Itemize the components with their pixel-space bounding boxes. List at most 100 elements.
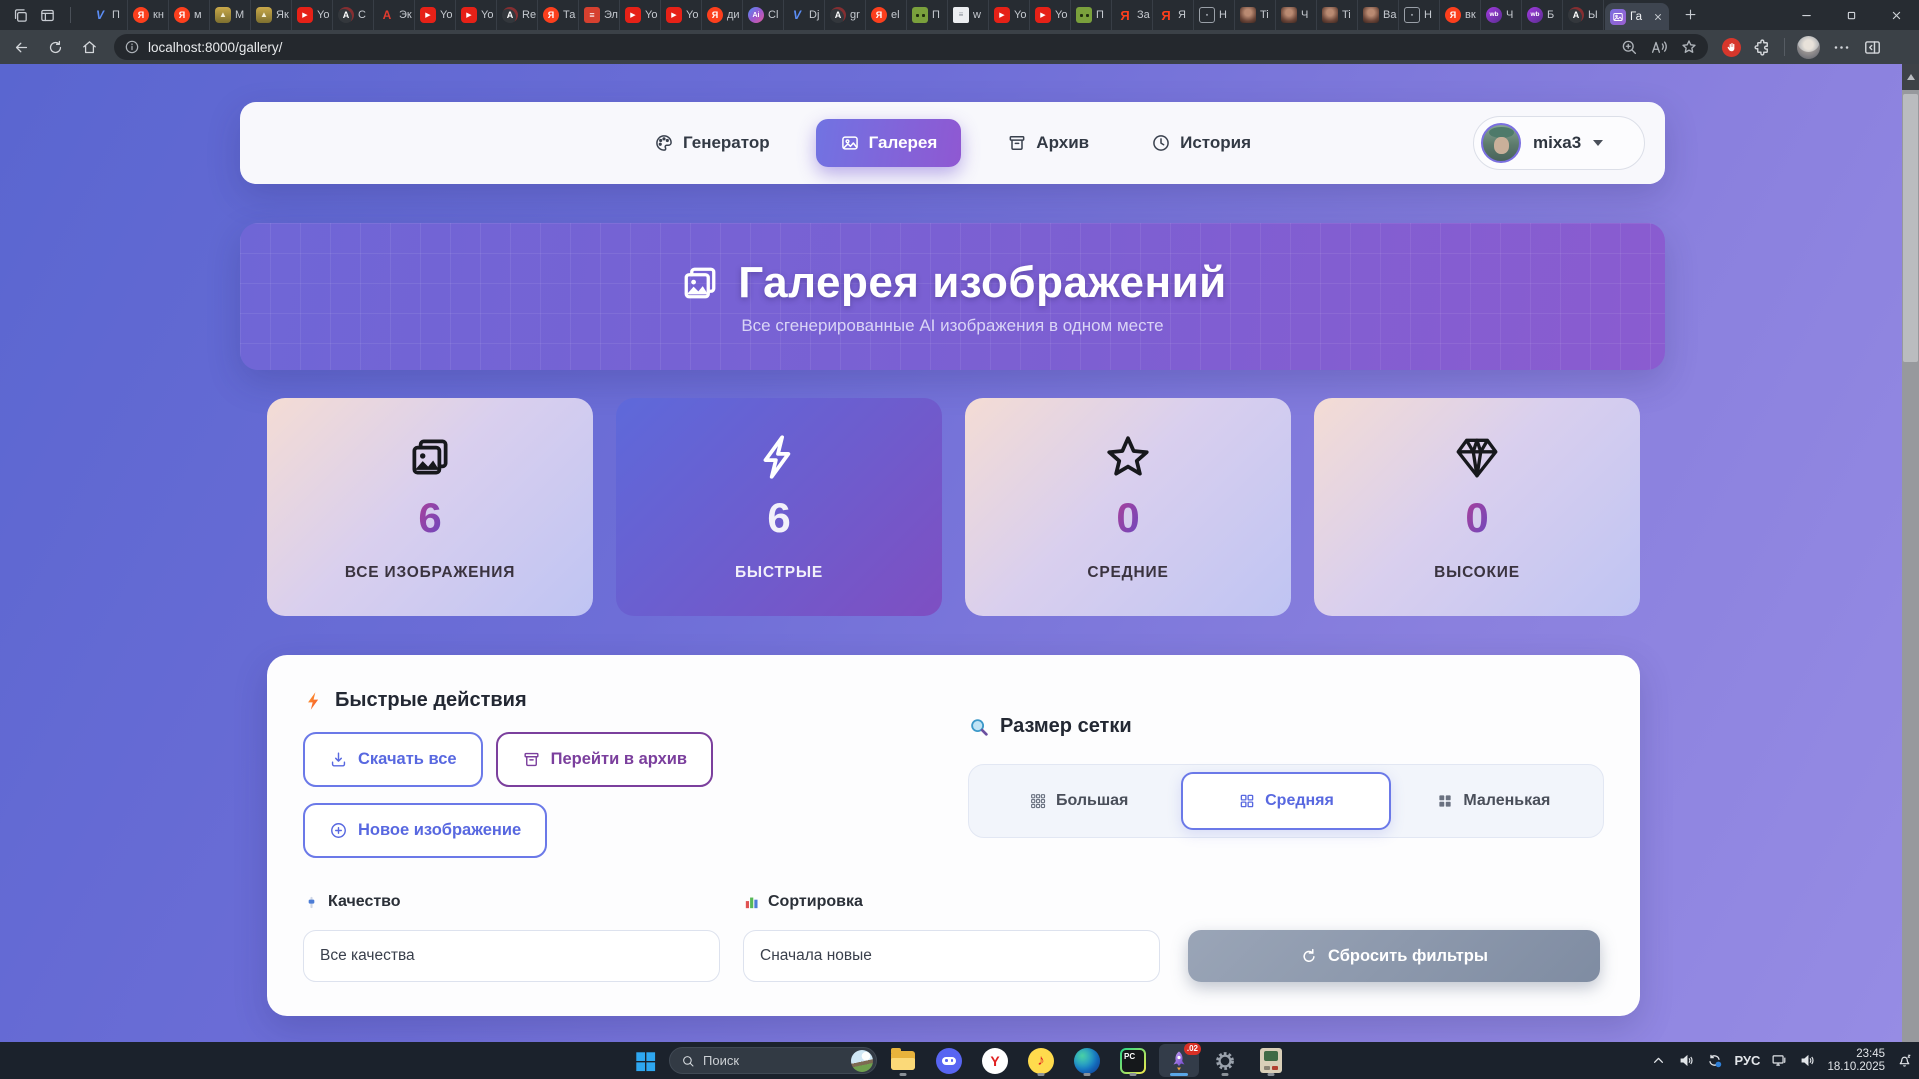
home-button[interactable] xyxy=(76,34,102,60)
nav-item-история[interactable]: История xyxy=(1135,119,1267,167)
refresh-button[interactable] xyxy=(42,34,68,60)
quality-select[interactable]: Все качества xyxy=(303,930,720,982)
notification-bell-icon[interactable] xyxy=(1896,1052,1913,1069)
display-icon[interactable] xyxy=(1771,1052,1788,1069)
browser-tab[interactable]: ▶ Yo xyxy=(456,0,497,30)
browser-tab[interactable]: ЯЯ xyxy=(1153,0,1194,30)
start-button[interactable] xyxy=(627,1044,663,1077)
sort-select[interactable]: Сначала новые xyxy=(743,930,1160,982)
taskbar-app-discord[interactable] xyxy=(929,1044,969,1077)
clock[interactable]: 23:45 18.10.2025 xyxy=(1827,1048,1885,1074)
taskbar-app-retro-console[interactable] xyxy=(1251,1044,1291,1077)
read-aloud-icon[interactable] xyxy=(1650,38,1668,56)
browser-tab[interactable]: Ti xyxy=(1317,0,1358,30)
taskbar-app-generator-app[interactable]: .02 xyxy=(1159,1043,1201,1077)
browser-tab[interactable]: Ям xyxy=(169,0,210,30)
browser-tab[interactable]: Ч xyxy=(1276,0,1317,30)
minimize-button[interactable] xyxy=(1784,0,1829,30)
browser-tab[interactable]: ▪ Н xyxy=(1194,0,1235,30)
browser-tab[interactable]: П xyxy=(1071,0,1112,30)
action-button[interactable]: Перейти в архив xyxy=(495,732,714,787)
taskbar-app-yandex-browser[interactable]: Y xyxy=(975,1044,1015,1077)
browser-tab[interactable]: Явк xyxy=(1440,0,1481,30)
more-options-icon[interactable] xyxy=(1832,38,1851,57)
favorite-star-icon[interactable] xyxy=(1680,38,1698,56)
page-scrollbar[interactable] xyxy=(1902,64,1919,1042)
maximize-button[interactable] xyxy=(1829,0,1874,30)
grid-size-option[interactable]: Большая xyxy=(976,772,1181,830)
browser-tab[interactable]: Ai Cl xyxy=(743,0,784,30)
browser-tab[interactable]: Ва xyxy=(1358,0,1399,30)
copy-tabs-icon[interactable] xyxy=(12,7,29,24)
taskbar-app-file-explorer[interactable] xyxy=(883,1044,923,1077)
stat-card[interactable]: 6 БЫСТРЫЕ xyxy=(616,398,942,616)
browser-tab[interactable]: Яel xyxy=(866,0,907,30)
tray-expand-icon[interactable] xyxy=(1650,1052,1667,1069)
browser-tab[interactable]: ▪ Н xyxy=(1399,0,1440,30)
browser-profile-avatar[interactable] xyxy=(1797,35,1820,59)
taskbar-app-pycharm[interactable]: PC xyxy=(1113,1044,1153,1077)
grid-size-option[interactable]: Маленькая xyxy=(1391,772,1596,830)
back-button[interactable] xyxy=(8,34,34,60)
url-text[interactable]: localhost:8000/gallery/ xyxy=(148,40,1612,55)
close-button[interactable] xyxy=(1874,0,1919,30)
address-bar[interactable]: localhost:8000/gallery/ xyxy=(114,34,1708,60)
reset-filters-button[interactable]: Сбросить фильтры xyxy=(1188,930,1600,982)
browser-tab[interactable]: ▶ Yo xyxy=(1030,0,1071,30)
weather-widget-icon[interactable] xyxy=(851,1049,873,1072)
browser-tab[interactable]: ▶ Yo xyxy=(292,0,333,30)
browser-tab[interactable]: П xyxy=(907,0,948,30)
browser-tab[interactable]: Яди xyxy=(702,0,743,30)
close-tab-icon[interactable] xyxy=(1652,11,1664,23)
stat-card[interactable]: 6 ВСЕ ИЗОБРАЖЕНИЯ xyxy=(267,398,593,616)
browser-tab[interactable]: Якн xyxy=(128,0,169,30)
browser-tab[interactable]: ▶ Yo xyxy=(620,0,661,30)
extensions-icon[interactable] xyxy=(1753,38,1772,57)
browser-tab[interactable]: A Re xyxy=(497,0,538,30)
nav-item-галерея[interactable]: Галерея xyxy=(815,119,962,167)
language-indicator[interactable]: РУС xyxy=(1734,1053,1760,1068)
browser-tab[interactable]: ▶ Yo xyxy=(415,0,456,30)
browser-tab[interactable]: wb Б xyxy=(1522,0,1563,30)
nav-item-архив[interactable]: Архив xyxy=(991,119,1105,167)
zoom-in-icon[interactable] xyxy=(1620,38,1638,56)
user-menu[interactable]: mixa3 xyxy=(1473,116,1645,170)
browser-tab[interactable]: AC xyxy=(333,0,374,30)
browser-tab[interactable]: AЫ xyxy=(1563,0,1604,30)
browser-tab[interactable]: ▲ Як xyxy=(251,0,292,30)
sync-icon[interactable] xyxy=(1706,1052,1723,1069)
browser-tab[interactable]: ▶ Yo xyxy=(989,0,1030,30)
new-tab-button[interactable] xyxy=(1678,2,1704,28)
browser-tab[interactable]: Я Та xyxy=(538,0,579,30)
browser-tab[interactable]: VП xyxy=(87,0,128,30)
browser-tab[interactable]: ≡ w xyxy=(948,0,989,30)
browser-tab[interactable]: ▲ М xyxy=(210,0,251,30)
browser-tab[interactable]: ≡ Эл xyxy=(579,0,620,30)
scrollbar-thumb[interactable] xyxy=(1903,94,1918,362)
volume-icon[interactable] xyxy=(1799,1052,1816,1069)
active-tab[interactable]: Га xyxy=(1605,3,1669,30)
browser-tab[interactable]: V Dj xyxy=(784,0,825,30)
browser-tab[interactable]: Agr xyxy=(825,0,866,30)
stat-card[interactable]: 0 СРЕДНИЕ xyxy=(965,398,1291,616)
sidebar-icon[interactable] xyxy=(1863,38,1882,57)
nav-item-генератор[interactable]: Генератор xyxy=(638,119,786,167)
scroll-up-button[interactable] xyxy=(1902,64,1919,90)
taskbar-app-edge[interactable] xyxy=(1067,1044,1107,1077)
adblock-icon[interactable] xyxy=(1722,37,1741,57)
action-button[interactable]: Новое изображение xyxy=(303,803,548,858)
browser-tab[interactable]: wb Ч xyxy=(1481,0,1522,30)
browser-tab[interactable]: ▶ Yo xyxy=(661,0,702,30)
workspaces-icon[interactable] xyxy=(39,7,56,24)
action-button[interactable]: Скачать все xyxy=(303,732,483,787)
taskbar-app-settings[interactable] xyxy=(1205,1044,1245,1077)
grid-size-option[interactable]: Средняя xyxy=(1181,772,1391,830)
stat-card[interactable]: 0 ВЫСОКИЕ xyxy=(1314,398,1640,616)
volume-icon[interactable] xyxy=(1678,1052,1695,1069)
taskbar-app-yandex-music[interactable]: ♪ xyxy=(1021,1044,1061,1077)
browser-tab[interactable]: А Эк xyxy=(374,0,415,30)
site-info-icon[interactable] xyxy=(124,39,140,55)
browser-tab[interactable]: Я За xyxy=(1112,0,1153,30)
browser-tab[interactable]: Ti xyxy=(1235,0,1276,30)
taskbar-search[interactable]: Поиск xyxy=(669,1047,877,1074)
